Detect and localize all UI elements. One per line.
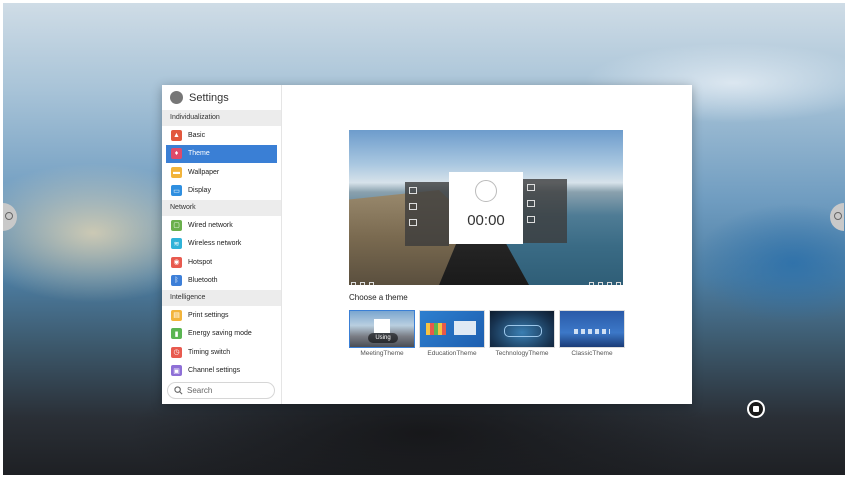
basic-icon: ▲ bbox=[171, 129, 182, 141]
theme-option-education[interactable]: EducationTheme bbox=[419, 310, 485, 357]
sidebar-item-label: Print settings bbox=[188, 311, 229, 319]
theme-preview: 00:00 bbox=[349, 130, 623, 285]
theme-option-meeting[interactable]: Using MeetingTheme bbox=[349, 310, 415, 357]
settings-sidebar: Settings Individualization ▲ Basic ♦ The… bbox=[162, 85, 282, 404]
sidebar-item-label: Channel settings bbox=[188, 367, 241, 375]
sidebar-item-display[interactable]: ▭ Display bbox=[162, 182, 281, 201]
choose-theme-label: Choose a theme bbox=[349, 293, 408, 302]
preview-left-panel bbox=[405, 182, 449, 246]
sidebar-item-wallpaper[interactable]: ▬ Wallpaper bbox=[162, 163, 281, 182]
section-individualization: Individualization bbox=[162, 110, 281, 126]
theme-thumbnail bbox=[559, 310, 625, 348]
sidebar-item-wireless-network[interactable]: ≋ Wireless network bbox=[162, 235, 281, 254]
sidebar-item-bluetooth[interactable]: ᛒ Bluetooth bbox=[162, 272, 281, 291]
analog-clock-icon bbox=[475, 180, 497, 202]
sidebar-item-label: Wallpaper bbox=[188, 168, 220, 176]
hotspot-icon: ◉ bbox=[171, 256, 182, 268]
shirt-icon: ♦ bbox=[171, 148, 182, 160]
sidebar-item-theme[interactable]: ♦ Theme bbox=[166, 144, 277, 163]
clock-icon: ◷ bbox=[171, 346, 182, 358]
square-icon bbox=[753, 406, 759, 412]
theme-name: ClassicTheme bbox=[571, 350, 613, 357]
theme-option-technology[interactable]: TechnologyTheme bbox=[489, 310, 555, 357]
floating-menu-button[interactable] bbox=[747, 400, 765, 418]
sidebar-item-label: Timing switch bbox=[188, 348, 231, 356]
bluetooth-icon: ᛒ bbox=[171, 275, 182, 287]
right-handle-icon bbox=[834, 212, 842, 220]
sidebar-item-hotspot[interactable]: ◉ Hotspot bbox=[162, 253, 281, 272]
left-handle-icon bbox=[5, 212, 13, 220]
sidebar-item-label: Hotspot bbox=[188, 258, 213, 266]
section-intelligence: Intelligence bbox=[162, 290, 281, 306]
theme-thumbnail bbox=[489, 310, 555, 348]
theme-list: Using MeetingTheme EducationTheme Techno… bbox=[349, 310, 629, 357]
theme-thumbnail: Using bbox=[349, 310, 415, 348]
preview-clock-card: 00:00 bbox=[449, 172, 523, 244]
sidebar-item-basic[interactable]: ▲ Basic bbox=[162, 126, 281, 145]
sidebar-item-energy-saving-mode[interactable]: ▮ Energy saving mode bbox=[162, 325, 281, 344]
theme-thumbnail bbox=[419, 310, 485, 348]
search-placeholder: Search bbox=[187, 386, 213, 395]
sidebar-item-print-settings[interactable]: ▤ Print settings bbox=[162, 306, 281, 325]
search-icon bbox=[174, 386, 183, 395]
sidebar-item-channel-settings[interactable]: ▣ Channel settings bbox=[162, 362, 281, 381]
printer-icon: ▤ bbox=[171, 309, 182, 321]
using-badge: Using bbox=[368, 333, 398, 343]
section-network: Network bbox=[162, 200, 281, 216]
theme-content: 00:00 Choose a theme Using MeetingTheme bbox=[282, 85, 692, 404]
sidebar-item-label: Wired network bbox=[188, 221, 233, 229]
settings-window: Settings Individualization ▲ Basic ♦ The… bbox=[162, 85, 692, 404]
sidebar-item-label: Theme bbox=[188, 150, 210, 158]
sidebar-item-label: Bluetooth bbox=[188, 277, 218, 285]
preview-time: 00:00 bbox=[467, 212, 505, 229]
gear-icon bbox=[170, 91, 183, 104]
display-icon: ▭ bbox=[171, 185, 182, 197]
sidebar-item-label: Energy saving mode bbox=[188, 330, 252, 338]
search-input[interactable]: Search bbox=[167, 382, 275, 399]
battery-icon: ▮ bbox=[171, 328, 182, 340]
settings-title: Settings bbox=[189, 91, 229, 104]
sidebar-item-label: Basic bbox=[188, 131, 206, 139]
sidebar-item-label: Wireless network bbox=[188, 240, 242, 248]
theme-option-classic[interactable]: ClassicTheme bbox=[559, 310, 625, 357]
sidebar-item-wired-network[interactable]: ▢ Wired network bbox=[162, 216, 281, 235]
wallpaper-icon: ▬ bbox=[171, 166, 182, 178]
preview-taskbar bbox=[349, 276, 623, 285]
ethernet-icon: ▢ bbox=[171, 219, 182, 231]
channel-icon: ▣ bbox=[171, 365, 182, 377]
preview-right-panel bbox=[523, 179, 567, 243]
settings-header: Settings bbox=[162, 85, 281, 110]
sidebar-item-timing-switch[interactable]: ◷ Timing switch bbox=[162, 343, 281, 362]
wifi-icon: ≋ bbox=[171, 238, 182, 250]
sidebar-item-label: Display bbox=[188, 187, 211, 195]
